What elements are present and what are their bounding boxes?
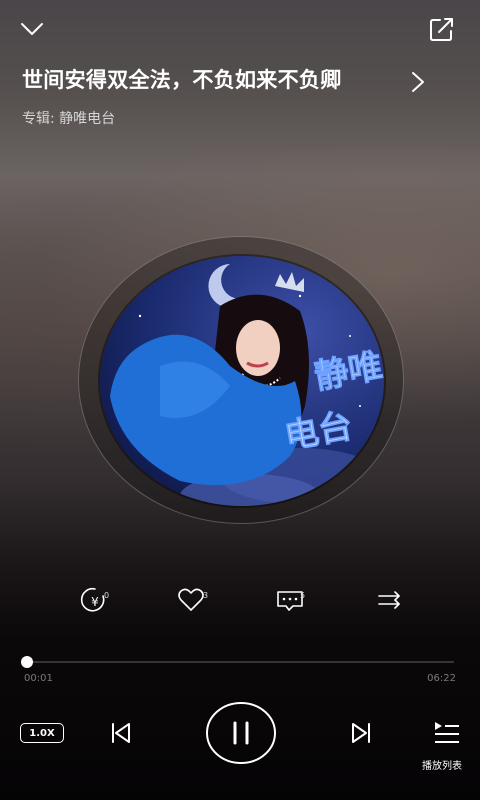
next-button[interactable] [344,716,378,750]
share-icon [430,18,453,41]
heart-icon [178,588,204,611]
playlist-button[interactable] [428,716,464,750]
progress-knob[interactable] [21,656,34,668]
more-button[interactable] [365,575,415,625]
reward-count: 0 [104,591,110,600]
album-cover-art: 静唯 电台 [100,256,384,506]
previous-button[interactable] [104,716,138,750]
yen-coin-icon: ¥ [80,587,105,612]
chevron-down-icon [21,23,43,35]
playlist-icon [435,722,459,743]
playlist-label[interactable]: 播放列表 [422,757,462,772]
play-pause-button[interactable] [205,701,277,765]
total-time: 06:22 [427,673,456,684]
forward-arrows-icon [378,591,400,609]
song-title[interactable]: 世间安得双全法，不负如来不负卿 [22,64,442,94]
collapse-button[interactable] [14,14,50,44]
comment-button[interactable]: 5 [265,575,315,625]
album-name[interactable]: 专辑: 静唯电台 [22,108,115,128]
share-button[interactable] [424,12,460,46]
progress-bar[interactable] [21,656,454,668]
pause-icon [206,702,276,764]
svg-text:¥: ¥ [91,595,99,609]
chevron-right-icon[interactable] [408,70,428,94]
action-row: ¥ 0 3 5 [0,575,480,625]
comment-count: 5 [300,591,306,600]
speed-button[interactable]: 1.0X [20,723,64,743]
album-cover[interactable]: 静唯 电台 [98,254,386,508]
like-count: 3 [203,591,209,600]
comment-icon [277,591,303,611]
like-button[interactable]: 3 [166,575,216,625]
reward-button[interactable]: ¥ 0 [70,575,120,625]
current-time: 00:01 [24,673,53,684]
skip-next-icon [352,723,370,743]
skip-previous-icon [112,723,130,743]
